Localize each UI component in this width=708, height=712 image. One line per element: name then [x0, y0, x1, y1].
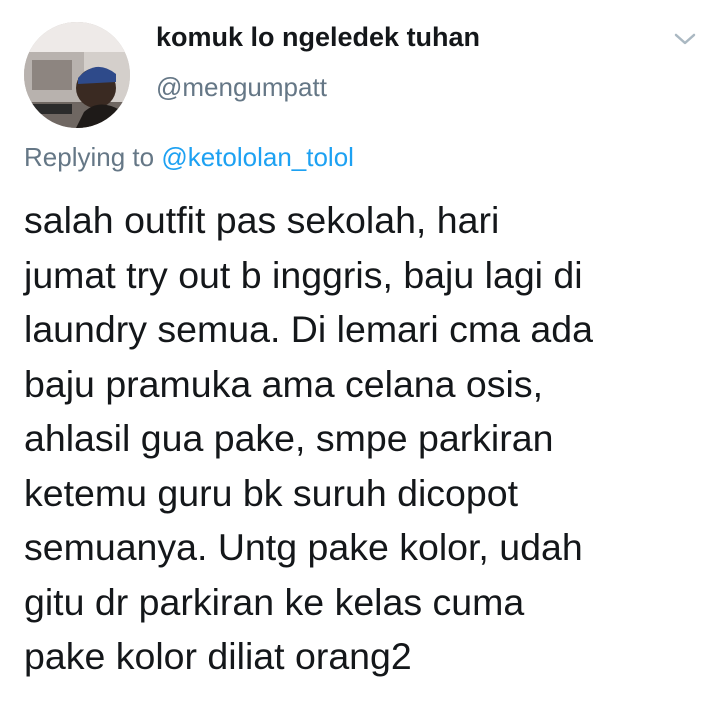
tweet-line: gitu dr parkiran ke kelas cuma — [24, 580, 525, 623]
reply-context: Replying to @ketololan_tolol — [24, 142, 354, 173]
reply-mention-link[interactable]: @ketololan_tolol — [161, 142, 354, 172]
tweet-line: laundry semua. Di lemari cma ada — [24, 308, 593, 350]
tweet-line: baju pramuka ama celana osis, — [24, 362, 544, 405]
avatar[interactable] — [24, 22, 130, 128]
reply-prefix: Replying to — [24, 142, 155, 172]
author-display-name[interactable]: komuk lo ngeledek tuhan — [156, 22, 480, 53]
tweet-line: ketemu guru bk suruh dicopot — [24, 471, 519, 514]
author-handle[interactable]: @mengumpatt — [156, 72, 327, 103]
tweet-line: pake kolor diliat orang2 — [24, 635, 412, 677]
tweet-line: ahlasil gua pake, smpe parkiran — [24, 417, 554, 459]
tweet-line: semuanya. Untg pake kolor, udah — [24, 526, 583, 568]
profile-photo-icon — [24, 22, 130, 128]
chevron-down-icon[interactable] — [672, 28, 698, 50]
tweet-card: komuk lo ngeledek tuhan @mengumpatt Repl… — [0, 0, 708, 712]
tweet-text: salah outfit pas sekolah, hari jumat try… — [24, 193, 704, 684]
tweet-line: jumat try out b inggris, baju lagi di — [24, 253, 583, 296]
tweet-line: salah outfit pas sekolah, hari — [24, 199, 500, 241]
